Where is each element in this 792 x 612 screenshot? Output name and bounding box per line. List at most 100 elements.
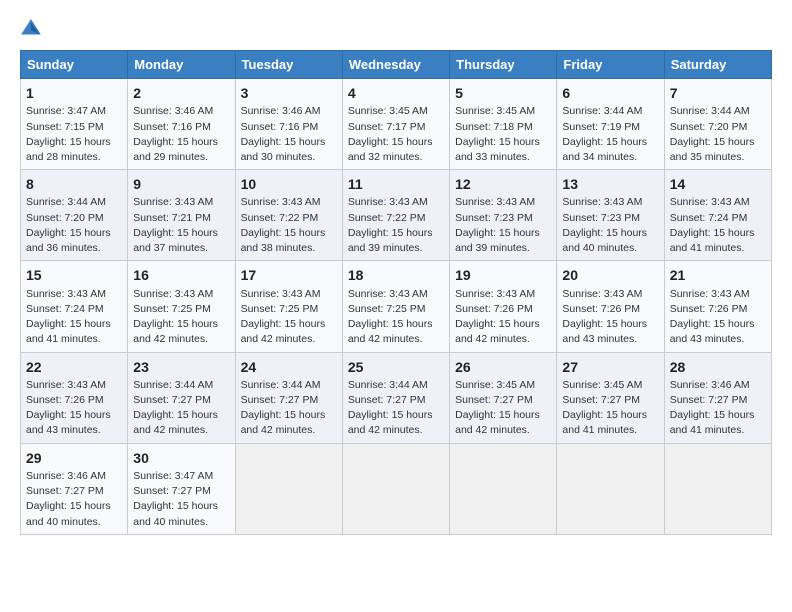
day-info: Sunrise: 3:43 AM Sunset: 7:23 PM Dayligh… (455, 196, 540, 254)
col-header-sunday: Sunday (21, 51, 128, 79)
logo (20, 18, 46, 40)
day-info: Sunrise: 3:44 AM Sunset: 7:19 PM Dayligh… (562, 105, 647, 163)
col-header-friday: Friday (557, 51, 664, 79)
day-number: 26 (455, 357, 551, 377)
day-number: 3 (241, 83, 337, 103)
day-cell: 26Sunrise: 3:45 AM Sunset: 7:27 PM Dayli… (450, 352, 557, 443)
week-row-2: 8Sunrise: 3:44 AM Sunset: 7:20 PM Daylig… (21, 170, 772, 261)
day-number: 24 (241, 357, 337, 377)
day-info: Sunrise: 3:44 AM Sunset: 7:20 PM Dayligh… (670, 105, 755, 163)
day-cell: 19Sunrise: 3:43 AM Sunset: 7:26 PM Dayli… (450, 261, 557, 352)
week-row-4: 22Sunrise: 3:43 AM Sunset: 7:26 PM Dayli… (21, 352, 772, 443)
day-cell: 6Sunrise: 3:44 AM Sunset: 7:19 PM Daylig… (557, 79, 664, 170)
day-number: 11 (348, 174, 444, 194)
day-info: Sunrise: 3:46 AM Sunset: 7:16 PM Dayligh… (241, 105, 326, 163)
day-number: 30 (133, 448, 229, 468)
day-info: Sunrise: 3:43 AM Sunset: 7:26 PM Dayligh… (455, 288, 540, 346)
day-number: 25 (348, 357, 444, 377)
col-header-monday: Monday (128, 51, 235, 79)
day-cell: 9Sunrise: 3:43 AM Sunset: 7:21 PM Daylig… (128, 170, 235, 261)
day-cell (342, 443, 449, 534)
col-header-saturday: Saturday (664, 51, 771, 79)
day-cell: 8Sunrise: 3:44 AM Sunset: 7:20 PM Daylig… (21, 170, 128, 261)
day-info: Sunrise: 3:43 AM Sunset: 7:25 PM Dayligh… (241, 288, 326, 346)
day-info: Sunrise: 3:46 AM Sunset: 7:27 PM Dayligh… (26, 470, 111, 528)
day-number: 15 (26, 265, 122, 285)
day-number: 12 (455, 174, 551, 194)
week-row-5: 29Sunrise: 3:46 AM Sunset: 7:27 PM Dayli… (21, 443, 772, 534)
day-info: Sunrise: 3:43 AM Sunset: 7:23 PM Dayligh… (562, 196, 647, 254)
day-cell: 30Sunrise: 3:47 AM Sunset: 7:27 PM Dayli… (128, 443, 235, 534)
day-cell: 7Sunrise: 3:44 AM Sunset: 7:20 PM Daylig… (664, 79, 771, 170)
day-cell: 20Sunrise: 3:43 AM Sunset: 7:26 PM Dayli… (557, 261, 664, 352)
day-cell: 10Sunrise: 3:43 AM Sunset: 7:22 PM Dayli… (235, 170, 342, 261)
day-info: Sunrise: 3:46 AM Sunset: 7:27 PM Dayligh… (670, 379, 755, 437)
day-number: 28 (670, 357, 766, 377)
day-number: 18 (348, 265, 444, 285)
day-cell: 14Sunrise: 3:43 AM Sunset: 7:24 PM Dayli… (664, 170, 771, 261)
day-cell: 28Sunrise: 3:46 AM Sunset: 7:27 PM Dayli… (664, 352, 771, 443)
day-number: 4 (348, 83, 444, 103)
day-cell (450, 443, 557, 534)
day-info: Sunrise: 3:43 AM Sunset: 7:25 PM Dayligh… (348, 288, 433, 346)
day-info: Sunrise: 3:44 AM Sunset: 7:20 PM Dayligh… (26, 196, 111, 254)
day-info: Sunrise: 3:47 AM Sunset: 7:15 PM Dayligh… (26, 105, 111, 163)
day-number: 22 (26, 357, 122, 377)
week-row-3: 15 Sunrise: 3:43 AM Sunset: 7:24 PM Dayli… (21, 261, 772, 352)
day-number: 5 (455, 83, 551, 103)
day-cell: 5Sunrise: 3:45 AM Sunset: 7:18 PM Daylig… (450, 79, 557, 170)
day-number: 8 (26, 174, 122, 194)
day-cell: 13Sunrise: 3:43 AM Sunset: 7:23 PM Dayli… (557, 170, 664, 261)
day-cell: 25Sunrise: 3:44 AM Sunset: 7:27 PM Dayli… (342, 352, 449, 443)
day-cell (235, 443, 342, 534)
col-header-wednesday: Wednesday (342, 51, 449, 79)
day-info: Sunrise: 3:43 AM Sunset: 7:21 PM Dayligh… (133, 196, 218, 254)
day-info: Sunrise: 3:43 AM Sunset: 7:22 PM Dayligh… (348, 196, 433, 254)
day-info: Sunrise: 3:47 AM Sunset: 7:27 PM Dayligh… (133, 470, 218, 528)
header-row: SundayMondayTuesdayWednesdayThursdayFrid… (21, 51, 772, 79)
day-info: Sunrise: 3:43 AM Sunset: 7:26 PM Dayligh… (670, 288, 755, 346)
day-cell: 29Sunrise: 3:46 AM Sunset: 7:27 PM Dayli… (21, 443, 128, 534)
day-info: Sunrise: 3:44 AM Sunset: 7:27 PM Dayligh… (348, 379, 433, 437)
day-number: 17 (241, 265, 337, 285)
day-cell: 1Sunrise: 3:47 AM Sunset: 7:15 PM Daylig… (21, 79, 128, 170)
day-number: 1 (26, 83, 122, 103)
day-info: Sunrise: 3:45 AM Sunset: 7:27 PM Dayligh… (562, 379, 647, 437)
day-number: 9 (133, 174, 229, 194)
day-info: Sunrise: 3:43 AM Sunset: 7:24 PM Dayligh… (670, 196, 755, 254)
day-cell: 11Sunrise: 3:43 AM Sunset: 7:22 PM Dayli… (342, 170, 449, 261)
day-number: 7 (670, 83, 766, 103)
day-cell: 23Sunrise: 3:44 AM Sunset: 7:27 PM Dayli… (128, 352, 235, 443)
day-number: 21 (670, 265, 766, 285)
day-number: 20 (562, 265, 658, 285)
day-info: Sunrise: 3:44 AM Sunset: 7:27 PM Dayligh… (241, 379, 326, 437)
day-cell: 12Sunrise: 3:43 AM Sunset: 7:23 PM Dayli… (450, 170, 557, 261)
day-cell: 27Sunrise: 3:45 AM Sunset: 7:27 PM Dayli… (557, 352, 664, 443)
day-number: 29 (26, 448, 122, 468)
day-cell: 21 Sunrise: 3:43 AM Sunset: 7:26 PM Dayli… (664, 261, 771, 352)
day-info: Sunrise: 3:46 AM Sunset: 7:16 PM Dayligh… (133, 105, 218, 163)
day-cell: 3Sunrise: 3:46 AM Sunset: 7:16 PM Daylig… (235, 79, 342, 170)
day-cell: 22Sunrise: 3:43 AM Sunset: 7:26 PM Dayli… (21, 352, 128, 443)
logo-icon (20, 18, 42, 40)
header (20, 18, 772, 40)
day-cell (557, 443, 664, 534)
day-number: 16 (133, 265, 229, 285)
day-info: Sunrise: 3:44 AM Sunset: 7:27 PM Dayligh… (133, 379, 218, 437)
day-info: Sunrise: 3:45 AM Sunset: 7:17 PM Dayligh… (348, 105, 433, 163)
day-info: Sunrise: 3:45 AM Sunset: 7:18 PM Dayligh… (455, 105, 540, 163)
day-number: 13 (562, 174, 658, 194)
col-header-thursday: Thursday (450, 51, 557, 79)
day-cell: 17 Sunrise: 3:43 AM Sunset: 7:25 PM Dayli… (235, 261, 342, 352)
day-info: Sunrise: 3:43 AM Sunset: 7:25 PM Dayligh… (133, 288, 218, 346)
day-cell: 24Sunrise: 3:44 AM Sunset: 7:27 PM Dayli… (235, 352, 342, 443)
day-info: Sunrise: 3:43 AM Sunset: 7:26 PM Dayligh… (26, 379, 111, 437)
col-header-tuesday: Tuesday (235, 51, 342, 79)
day-cell: 4Sunrise: 3:45 AM Sunset: 7:17 PM Daylig… (342, 79, 449, 170)
day-info: Sunrise: 3:43 AM Sunset: 7:24 PM Dayligh… (26, 288, 111, 346)
day-number: 6 (562, 83, 658, 103)
day-cell: 15 Sunrise: 3:43 AM Sunset: 7:24 PM Dayli… (21, 261, 128, 352)
day-cell (664, 443, 771, 534)
week-row-1: 1Sunrise: 3:47 AM Sunset: 7:15 PM Daylig… (21, 79, 772, 170)
day-info: Sunrise: 3:43 AM Sunset: 7:22 PM Dayligh… (241, 196, 326, 254)
